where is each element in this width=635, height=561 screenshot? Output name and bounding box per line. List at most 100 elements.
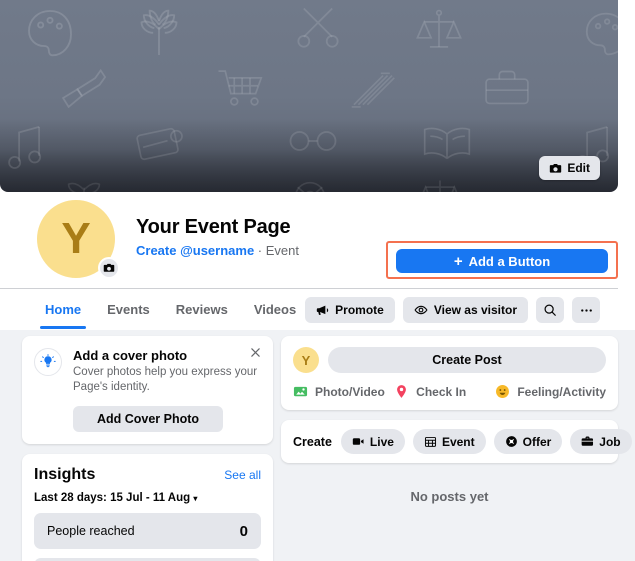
avatar-wrapper[interactable]: Y	[34, 197, 120, 281]
more-options-button[interactable]	[572, 297, 600, 323]
tab-videos-label: Videos	[253, 301, 297, 317]
create-shortcuts-card: Create Live Event Offer Job	[281, 420, 632, 463]
open-book-icon	[423, 127, 471, 160]
palette-icon	[585, 12, 618, 56]
view-as-visitor-label: View as visitor	[433, 303, 517, 317]
right-column: Y Create Post Photo/Video Check In Feeli…	[281, 336, 632, 504]
lightbulb-badge	[34, 348, 62, 376]
page-title: Your Event Page	[136, 216, 291, 238]
scales-icon	[416, 9, 462, 48]
photo-video-icon	[293, 386, 308, 397]
camera-icon	[103, 263, 115, 272]
leaf-icon	[67, 182, 101, 192]
cover-pattern-icons	[0, 0, 618, 192]
close-icon	[251, 348, 260, 357]
subtitle-separator: ·	[254, 243, 266, 258]
facebook-page-screen: Edit Y Your Event Page Create @username …	[0, 0, 635, 561]
shopping-cart-icon	[218, 70, 263, 106]
create-label: Create	[293, 434, 332, 449]
briefcase-icon	[485, 70, 529, 105]
photo-video-action[interactable]: Photo/Video	[293, 384, 394, 399]
avatar-camera-button[interactable]	[98, 257, 120, 279]
insights-header: Insights See all	[34, 466, 261, 484]
music-note-icon	[8, 126, 42, 169]
create-job-chip[interactable]: Job	[570, 429, 632, 454]
create-offer-label: Offer	[522, 434, 552, 449]
create-offer-chip[interactable]: Offer	[493, 429, 563, 454]
chevron-down-icon: ▾	[193, 494, 198, 504]
tip-content-row: Add a cover photo Cover photos help you …	[34, 348, 261, 395]
smiley-icon	[496, 385, 510, 398]
close-tip-button[interactable]	[249, 346, 262, 364]
megaphone-icon	[316, 305, 329, 315]
edit-cover-label: Edit	[567, 161, 590, 175]
photo-video-label: Photo/Video	[315, 384, 385, 399]
eye-icon	[414, 305, 428, 315]
scissors-icon	[297, 7, 339, 48]
camera-lens-icon	[295, 181, 325, 192]
video-camera-icon	[352, 438, 364, 445]
page-category: Event	[265, 243, 299, 258]
view-as-visitor-button[interactable]: View as visitor	[402, 297, 528, 323]
create-username-link[interactable]: Create @username	[136, 243, 254, 258]
camera-icon	[550, 163, 562, 173]
page-body: Add a cover photo Cover photos help you …	[0, 330, 635, 561]
empty-feed-message: No posts yet	[410, 489, 489, 504]
tree-icon	[140, 9, 178, 55]
insights-date-range-selector[interactable]: Last 28 days: 15 Jul - 11 Aug ▾	[34, 492, 261, 504]
plus-icon: +	[453, 252, 463, 270]
tab-reviews[interactable]: Reviews	[163, 289, 241, 329]
location-pin-icon	[397, 385, 407, 398]
avatar: Y	[293, 347, 319, 373]
film-icon	[136, 127, 183, 161]
insights-date-range-label: Last 28 days: 15 Jul - 11 Aug	[34, 492, 191, 505]
promote-button[interactable]: Promote	[305, 297, 395, 323]
offer-tag-icon	[505, 436, 517, 447]
create-post-input[interactable]: Create Post	[328, 347, 606, 373]
create-post-actions: Photo/Video Check In Feeling/Activity	[293, 384, 606, 399]
create-event-chip[interactable]: Event	[412, 429, 486, 454]
add-cover-photo-button[interactable]: Add Cover Photo	[73, 406, 223, 433]
search-icon	[544, 304, 556, 316]
create-event-label: Event	[441, 434, 475, 449]
insights-see-all-link[interactable]: See all	[224, 468, 261, 482]
tab-home[interactable]: Home	[32, 289, 94, 329]
tab-events-label: Events	[107, 301, 150, 317]
feeling-activity-label: Feeling/Activity	[517, 384, 606, 399]
tip-title: Add a cover photo	[73, 348, 188, 363]
create-live-chip[interactable]: Live	[340, 429, 405, 454]
create-post-card: Y Create Post Photo/Video Check In Feeli…	[281, 336, 618, 410]
search-button[interactable]	[536, 297, 564, 323]
palette-icon	[28, 10, 72, 57]
add-a-button-button[interactable]: + Add a Button	[396, 249, 608, 273]
insights-card: Insights See all Last 28 days: 15 Jul - …	[22, 454, 273, 561]
tip-description: Cover photos help you express your Page'…	[73, 366, 258, 394]
tab-reviews-label: Reviews	[175, 301, 228, 317]
column-icon	[351, 72, 395, 108]
scales-icon	[422, 180, 458, 192]
insights-metric-label: People reached	[47, 524, 135, 539]
page-tab-bar: Home Events Reviews Videos More ▾ Promot…	[0, 288, 618, 330]
check-in-action[interactable]: Check In	[394, 384, 495, 399]
create-live-label: Live	[369, 434, 394, 449]
insights-title: Insights	[34, 466, 96, 484]
add-a-button-label: Add a Button	[468, 253, 551, 269]
tip-text-block: Add a cover photo Cover photos help you …	[73, 348, 261, 395]
tab-videos[interactable]: Videos	[241, 289, 309, 329]
edit-cover-button[interactable]: Edit	[539, 156, 600, 180]
tab-home-label: Home	[45, 301, 82, 317]
paintbrush-icon	[61, 68, 107, 108]
check-in-label: Check In	[416, 384, 467, 399]
page-actions: Promote View as visitor	[305, 297, 600, 323]
page-subtitle: Create @username · Event	[136, 243, 299, 258]
insights-metric-value: 0	[239, 522, 248, 540]
add-cover-photo-card: Add a cover photo Cover photos help you …	[22, 336, 273, 445]
cover-photo[interactable]: Edit	[0, 0, 618, 192]
tab-events[interactable]: Events	[94, 289, 163, 329]
lightbulb-icon	[40, 354, 56, 368]
promote-label: Promote	[335, 303, 384, 317]
insights-row-people-reached[interactable]: People reached 0	[34, 513, 261, 550]
glasses-icon	[289, 131, 337, 151]
left-column: Add a cover photo Cover photos help you …	[22, 336, 273, 561]
feeling-activity-action[interactable]: Feeling/Activity	[495, 384, 606, 399]
